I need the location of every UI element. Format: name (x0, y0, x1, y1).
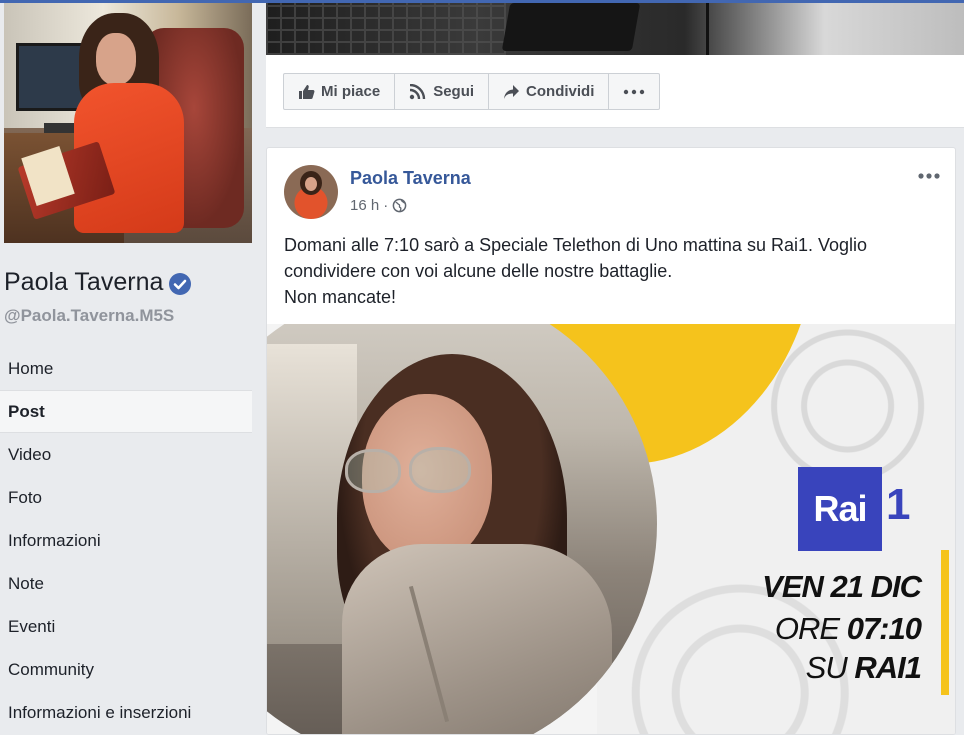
page-actions-bar: Mi piace Segui Condividi (283, 73, 661, 110)
page-name-text: Paola Taverna (4, 268, 164, 296)
page-nav: Home Post Video Foto Informazioni Note E… (0, 347, 252, 734)
nav-item-community[interactable]: Community (0, 648, 252, 691)
broadcast-time: ORE 07:10 (774, 611, 922, 647)
left-column: Paola Taverna @Paola.Taverna.M5S Home Po… (0, 3, 258, 733)
nav-item-foto[interactable]: Foto (0, 476, 252, 519)
portrait-glasses-right (409, 447, 471, 493)
image-portrait-circle (267, 324, 657, 734)
follow-page-button[interactable]: Segui (395, 74, 490, 109)
nav-item-post[interactable]: Post (0, 390, 252, 433)
nav-item-home[interactable]: Home (0, 347, 252, 390)
nav-item-video[interactable]: Video (0, 433, 252, 476)
avatar-face (305, 177, 317, 191)
post-options-button[interactable] (917, 166, 945, 186)
post-author-avatar[interactable] (284, 165, 338, 219)
verified-badge-icon (169, 272, 192, 295)
portrait-jacket (342, 544, 612, 734)
rss-icon (409, 83, 426, 99)
thumbs-up-icon (299, 84, 315, 99)
like-label: Mi piace (321, 83, 381, 100)
post-timestamp[interactable]: 16 h (350, 197, 379, 214)
nav-item-eventi[interactable]: Eventi (0, 605, 252, 648)
broadcast-channel: SU RAI1 (805, 650, 922, 686)
page-title[interactable]: Paola Taverna (4, 268, 192, 297)
follow-label: Segui (433, 83, 475, 100)
cover-card: Mi piace Segui Condividi (266, 3, 964, 128)
post-text-line: Non mancate! (284, 287, 397, 307)
nav-item-note[interactable]: Note (0, 562, 252, 605)
globe-icon[interactable] (392, 198, 407, 213)
nav-item-informazioni[interactable]: Informazioni (0, 519, 252, 562)
post-meta: 16 h · (350, 197, 407, 214)
post-author-name[interactable]: Paola Taverna (350, 168, 471, 189)
rai-logo-number: 1 (886, 480, 911, 529)
broadcast-yellow-bar (941, 550, 949, 695)
portrait-glasses-left (345, 449, 401, 493)
broadcast-time-prefix: ORE (774, 611, 847, 646)
post-image[interactable]: Rai 1 VEN 21 DIC ORE 07:10 SU RAI1 (267, 324, 955, 734)
cover-photo[interactable] (266, 3, 964, 55)
photo-face (96, 33, 136, 85)
broadcast-channel-prefix: SU (805, 650, 855, 685)
cover-mic-stand (706, 3, 709, 55)
profile-picture[interactable] (4, 3, 252, 243)
share-page-button[interactable]: Condividi (489, 74, 610, 109)
ellipsis-icon (918, 173, 940, 179)
rai-logo: Rai (798, 467, 882, 551)
ellipsis-icon (624, 89, 645, 94)
meta-separator: · (383, 197, 389, 214)
nav-item-info-ads[interactable]: Informazioni e inserzioni (0, 691, 252, 734)
cover-stage-grid (266, 3, 506, 55)
broadcast-channel-value: RAI1 (854, 650, 922, 685)
broadcast-time-value: 07:10 (846, 611, 922, 646)
post-body: Domani alle 7:10 sarò a Speciale Teletho… (284, 232, 934, 310)
feed-post: Paola Taverna 16 h · Domani alle 7:10 sa… (266, 147, 956, 735)
broadcast-date: VEN 21 DIC (762, 569, 922, 604)
post-text-line: Domani alle 7:10 sarò a Speciale Teletho… (284, 235, 868, 281)
share-arrow-icon (504, 84, 520, 99)
page-handle[interactable]: @Paola.Taverna.M5S (4, 306, 174, 326)
like-page-button[interactable]: Mi piace (284, 74, 396, 109)
cover-speaker (501, 3, 641, 51)
share-label: Condividi (526, 83, 595, 100)
more-actions-button[interactable] (609, 74, 659, 109)
